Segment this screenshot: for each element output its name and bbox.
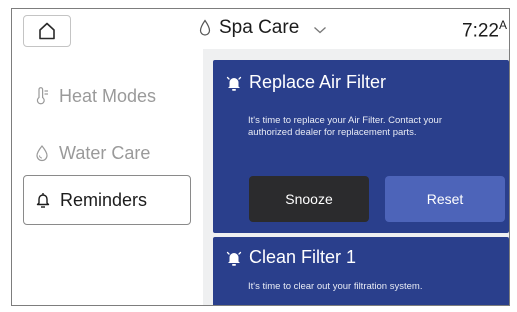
reminder-card-clean-filter: Clean Filter 1 It's time to clear out yo… bbox=[213, 237, 509, 305]
reminder-title-row: Replace Air Filter bbox=[225, 72, 386, 93]
bell-icon bbox=[36, 191, 50, 209]
reminder-title-row: Clean Filter 1 bbox=[225, 247, 356, 268]
reminder-message: It's time to replace your Air Filter. Co… bbox=[248, 115, 442, 138]
clock-suffix: A bbox=[498, 18, 507, 32]
clock: 7:22A bbox=[462, 18, 507, 42]
sidebar-item-water-care[interactable]: Water Care bbox=[23, 128, 191, 178]
sidebar-item-reminders[interactable]: Reminders bbox=[23, 175, 191, 225]
sidebar-item-label: Water Care bbox=[59, 142, 151, 163]
reminder-message: It's time to clear out your filtration s… bbox=[248, 281, 423, 292]
sidebar-item-heat-modes[interactable]: Heat Modes bbox=[23, 71, 191, 121]
sidebar-item-label: Heat Modes bbox=[59, 85, 157, 106]
water-drop-icon bbox=[199, 19, 211, 36]
home-icon bbox=[39, 22, 55, 40]
snooze-button[interactable]: Snooze bbox=[249, 176, 369, 222]
sidebar-item-label: Reminders bbox=[60, 189, 148, 210]
reset-button[interactable]: Reset bbox=[385, 176, 505, 222]
page-title: Spa Care bbox=[219, 17, 300, 38]
header-title-dropdown[interactable]: Spa Care bbox=[199, 17, 327, 39]
sidebar: Heat Modes Water Care Reminders bbox=[12, 49, 203, 305]
thermometer-icon bbox=[35, 87, 49, 105]
water-care-icon bbox=[35, 144, 49, 162]
clock-time: 7:22 bbox=[462, 20, 499, 42]
reminder-title: Clean Filter 1 bbox=[249, 247, 357, 267]
app-window: Spa Care 7:22A Heat Modes Water Care Rem… bbox=[11, 8, 510, 306]
chevron-down-icon bbox=[314, 27, 327, 34]
bell-ringing-icon bbox=[226, 75, 242, 91]
reminder-card-air-filter: Replace Air Filter It's time to replace … bbox=[213, 60, 509, 233]
bell-ringing-icon bbox=[226, 250, 242, 266]
reminders-list: Replace Air Filter It's time to replace … bbox=[203, 49, 509, 305]
reminder-title: Replace Air Filter bbox=[249, 72, 387, 92]
header: Spa Care 7:22A bbox=[12, 9, 509, 49]
home-button[interactable] bbox=[23, 15, 71, 47]
